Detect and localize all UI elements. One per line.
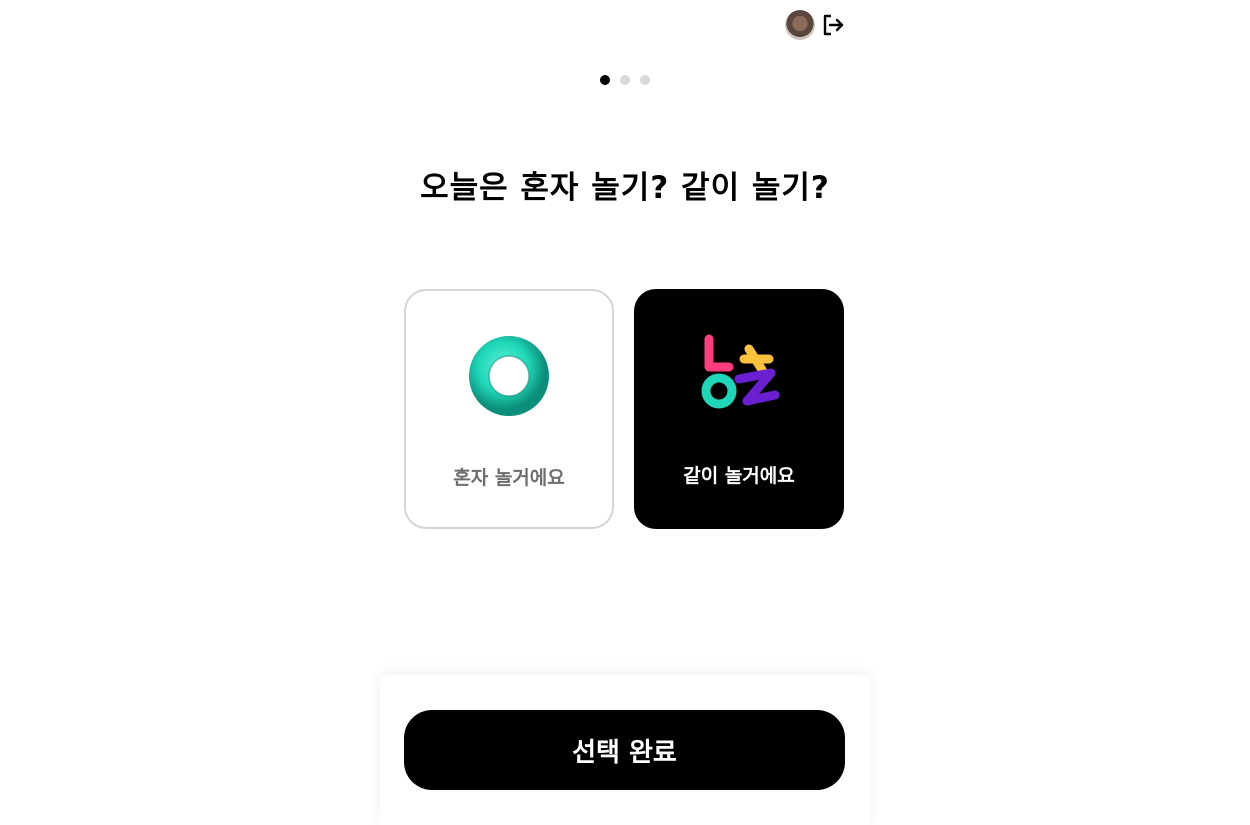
option-solo-card[interactable]: 혼자 놀거에요 <box>404 289 614 529</box>
option-together-card[interactable]: 같이 놀거에요 <box>634 289 844 529</box>
option-together-label: 같이 놀거에요 <box>683 465 795 487</box>
step-dot-3 <box>640 75 650 85</box>
step-indicator <box>600 75 650 85</box>
logout-icon <box>823 14 844 36</box>
together-letters-icon <box>701 334 780 409</box>
submit-button[interactable]: 선택 완료 <box>404 710 845 790</box>
torus-icon <box>469 336 549 416</box>
footer: 선택 완료 <box>380 675 870 825</box>
avatar[interactable] <box>785 10 815 40</box>
logout-button[interactable] <box>819 11 847 39</box>
option-solo-label: 혼자 놀거에요 <box>453 467 565 489</box>
step-dot-2 <box>620 75 630 85</box>
header <box>785 10 847 40</box>
page: 오늘은 혼자 놀기? 같이 놀기? 혼자 놀거에요 같이 놀거에요 선택 완료 <box>0 0 1250 825</box>
question-title: 오늘은 혼자 놀기? 같이 놀기? <box>420 170 830 206</box>
step-dot-1 <box>600 75 610 85</box>
